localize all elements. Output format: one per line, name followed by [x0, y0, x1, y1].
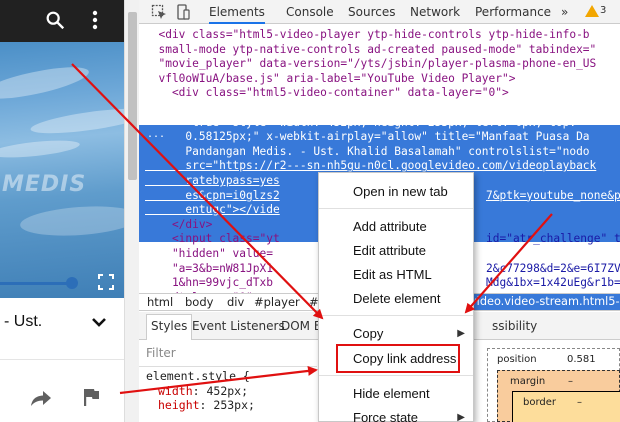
dom-line-fragment[interactable]: Mdg&1bx=1x42uEg&r1b=i0glzs2pE [486, 276, 620, 291]
tab-elements[interactable]: Elements [209, 0, 265, 24]
tab-dom-breakpoints[interactable]: DOM B [281, 319, 322, 333]
tab-console[interactable]: Console [286, 0, 334, 24]
filter-input[interactable]: Filter [146, 346, 176, 360]
menu-separator [319, 315, 473, 316]
box-border-value[interactable]: – [577, 397, 582, 408]
more-tabs-button[interactable]: » [561, 0, 568, 24]
breadcrumb-item[interactable]: div [227, 294, 244, 310]
tab-event-listeners[interactable]: Event Listeners [192, 319, 285, 333]
video-title-fragment[interactable]: - Ust. [4, 313, 42, 331]
inspect-element-icon[interactable] [151, 4, 167, 20]
breadcrumb-item[interactable]: #player [254, 294, 300, 310]
highlight-box [336, 344, 460, 373]
submenu-arrow-icon: ▶ [457, 328, 465, 339]
menu-item-open-in-new-tab[interactable]: Open in new tab [319, 180, 473, 204]
menu-item-label: Open in new tab [353, 184, 448, 199]
tab-accessibility[interactable]: ssibility [492, 319, 537, 333]
video-player[interactable]: MEDIS [0, 42, 124, 298]
box-border-label: border [523, 397, 557, 408]
mobile-youtube-page: MEDIS - Ust. [0, 0, 124, 422]
devtools-toolbar: Elements Console Sources Network Perform… [139, 0, 620, 24]
share-icon[interactable] [30, 388, 52, 408]
menu-item-label: Edit as HTML [353, 267, 432, 282]
style-rule-selector[interactable]: element.style { [146, 370, 250, 383]
dom-line[interactable]: <div class="html5-video-container" data-… [145, 86, 620, 101]
box-margin-label: margin [510, 376, 546, 387]
menu-item-label: Force state [353, 410, 419, 422]
tab-performance[interactable]: Performance [475, 0, 551, 24]
seek-bar-progress[interactable] [0, 282, 72, 285]
menu-item-delete-element[interactable]: Delete element [319, 287, 473, 311]
box-margin-value[interactable]: – [568, 376, 573, 387]
menu-item-add-attribute[interactable]: Add attribute [319, 215, 473, 239]
menu-item-label: Add attribute [353, 219, 427, 234]
youtube-top-bar [0, 0, 124, 42]
dom-line[interactable]: "movie_player" data-version="/yts/jsbin/… [145, 57, 620, 72]
style-prop-width[interactable]: width: 452px; [158, 385, 248, 398]
page-scrollbar-thumb[interactable] [128, 12, 137, 180]
warning-count: 3 [600, 5, 607, 16]
tab-sources[interactable]: Sources [348, 0, 395, 24]
flag-icon[interactable] [82, 388, 100, 406]
more-vert-icon[interactable] [86, 9, 104, 31]
menu-item-edit-attribute[interactable]: Edit attribute [319, 239, 473, 263]
breadcrumb-item[interactable]: body [185, 294, 213, 310]
menu-separator [319, 375, 473, 376]
video-watermark: MEDIS [2, 172, 87, 197]
box-position-value[interactable]: 0.581 [567, 354, 596, 365]
style-prop-height[interactable]: height: 253px; [158, 399, 255, 412]
menu-item-label: Hide element [353, 386, 430, 401]
submenu-arrow-icon: ▶ [457, 412, 465, 422]
menu-item-force-state[interactable]: Force state ▶ [319, 406, 473, 422]
menu-item-label: Delete element [353, 291, 441, 306]
dom-line[interactable]: small-mode ytp-native-controls ad-create… [145, 43, 620, 58]
context-menu: Open in new tab Add attribute Edit attribu… [318, 172, 474, 422]
dom-line[interactable]: <div class="html5-video-player ytp-hide-… [145, 28, 620, 43]
tab-styles[interactable]: Styles [146, 314, 193, 340]
dom-line[interactable]: <video tabindex="0" class="video-stream … [145, 101, 620, 116]
dom-line[interactable]: vfl0oWIuA/base.js" aria-label="YouTube V… [145, 72, 620, 87]
warning-icon [585, 5, 599, 17]
menu-item-label: Edit attribute [353, 243, 426, 258]
menu-item-hide-element[interactable]: Hide element [319, 382, 473, 406]
box-position-label: position [497, 354, 537, 365]
menu-item-label: Copy [353, 326, 384, 341]
divider [0, 359, 124, 360]
breadcrumb-item[interactable]: html [147, 294, 173, 310]
fullscreen-icon[interactable] [98, 274, 114, 290]
menu-separator [319, 208, 473, 209]
page-scrollbar[interactable] [124, 0, 139, 422]
device-toolbar-icon[interactable] [175, 4, 191, 20]
box-model-margin: margin – border – [497, 370, 620, 422]
chevron-down-icon[interactable] [90, 313, 108, 331]
tab-network[interactable]: Network [410, 0, 460, 24]
menu-item-edit-as-html[interactable]: Edit as HTML [319, 263, 473, 287]
dom-line-fragment[interactable]: id="atr_challenge" ty [486, 232, 620, 247]
dom-line[interactable]: 0.58125px;" x-webkit-airplay="allow" tit… [145, 130, 620, 145]
warning-badge[interactable]: 3 [585, 5, 606, 19]
dom-line[interactable]: "true" style="width: 452px; height: 253p… [145, 116, 620, 131]
search-icon[interactable] [44, 9, 66, 31]
dom-line-fragment[interactable]: 7&ptk=youtube_none&pl [486, 189, 620, 204]
seek-bar-thumb[interactable] [65, 277, 78, 289]
box-model-border: border – [512, 391, 620, 422]
styles-pane: element.style { width: 452px; height: 25… [139, 366, 317, 422]
dom-line-fragment[interactable]: 2&c77298&d=2&e=6I7ZVjh [486, 262, 620, 277]
styles-filter[interactable]: Filter [139, 341, 317, 365]
menu-item-copy[interactable]: Copy ▶ [319, 322, 473, 346]
box-model-diagram: position 0.581 margin – border – [487, 340, 620, 422]
dom-line[interactable]: Pandangan Medis. - Ust. Khalid Basalamah… [145, 145, 620, 160]
